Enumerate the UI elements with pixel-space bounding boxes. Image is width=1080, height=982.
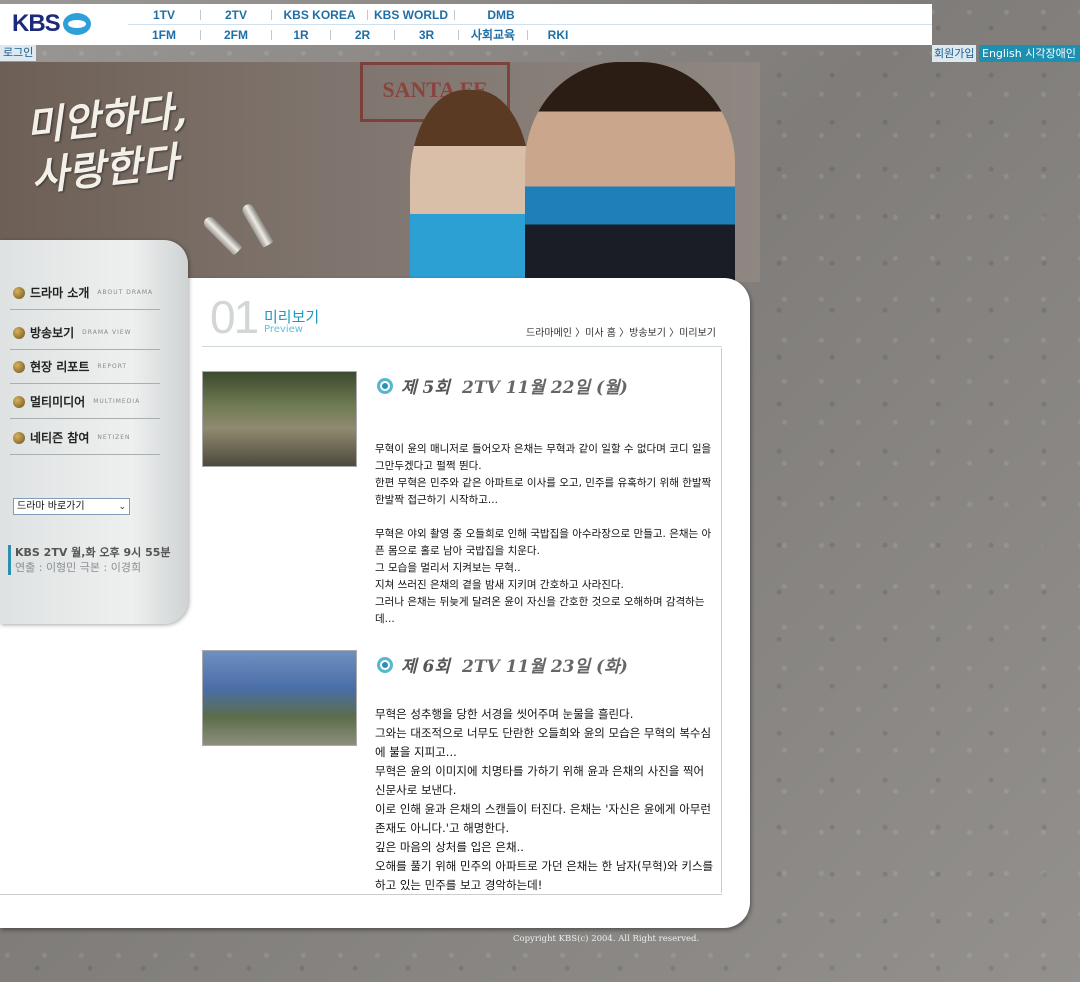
header-divider [202,346,722,347]
episode-thumbnail[interactable] [202,371,357,467]
broadcast-credits: 연출 : 이형민 극본 : 이경희 [15,561,142,574]
content-right-border [721,348,722,893]
sidebar-item-label: 현장 리포트 [30,360,90,374]
nav-2r[interactable]: 2R [331,28,394,42]
episode-number: 제 5회 [401,378,451,398]
bullet-dot-icon [13,326,25,339]
kbs-logo[interactable]: KBS [12,10,91,38]
channel-nav-bottom: 1FM 2FM 1R 2R 3R 사회교육 RKI [128,25,932,44]
sidebar-item-label: 방송보기 [30,326,75,340]
sidebar-item-drama-view[interactable]: 방송보기 DRAMA VIEW [10,316,160,350]
nav-rki[interactable]: RKI [528,28,588,42]
episode-synopsis: 무혁은 성추행을 당한 서경을 씻어주며 눈물을 흘린다. 그와는 대조적으로 … [375,705,717,895]
sidebar-item-sublabel: ABOUT DRAMA [97,289,154,296]
signup-link[interactable]: 회원가입 [932,45,977,62]
nav-dmb[interactable]: DMB [455,8,547,22]
channel-nav-top: 1TV 2TV KBS KOREA KBS WORLD DMB [128,6,932,25]
nav-kbs-korea[interactable]: KBS KOREA [272,8,367,22]
nav-1r[interactable]: 1R [272,28,330,42]
sidebar-item-sublabel: DRAMA VIEW [82,329,132,336]
sidebar: 드라마 소개 ABOUT DRAMA 방송보기 DRAMA VIEW 현장 리포… [0,240,188,624]
sidebar-item-label: 드라마 소개 [30,286,90,300]
synopsis-paragraph: 깊은 마음의 상처를 입은 은채.. [375,840,524,854]
synopsis-paragraph: 무혁은 야외 촬영 중 오들희로 인해 국밥집을 아수라장으로 만들고. 은채는… [375,528,712,557]
synopsis-paragraph: 그러나 은채는 뒤늦게 달려온 윤이 자신을 간호한 것으로 오해하며 감격하는… [375,596,705,625]
english-accessibility-link[interactable]: English 시각장애인 [979,45,1080,62]
episode-airdate: 2TV 11월 22일 (월) [462,378,628,398]
chevron-down-icon: ⌄ [118,502,126,512]
nav-2fm[interactable]: 2FM [201,28,271,42]
synopsis-paragraph: 무혁은 성추행을 당한 서경을 씻어주며 눈물을 흘린다. [375,707,634,721]
sidebar-item-about-drama[interactable]: 드라마 소개 ABOUT DRAMA [10,276,160,310]
bullet-dot-icon [13,360,25,373]
synopsis-paragraph: 그와는 대조적으로 너무도 단란한 오들희와 윤의 모습은 무혁의 복수심에 불… [375,726,712,759]
episode-thumbnail[interactable] [202,650,357,746]
bullet-dot-icon [13,286,25,299]
nav-kbs-world[interactable]: KBS WORLD [368,8,454,22]
actress-photo [410,90,530,282]
top-navigation-bar: KBS 1TV 2TV KBS KOREA KBS WORLD DMB 1FM … [0,4,932,45]
nav-1fm[interactable]: 1FM [128,28,200,42]
sidebar-item-sublabel: MULTIMEDIA [93,398,141,405]
bullet-dot-icon [13,431,25,444]
synopsis-paragraph: 무혁이 윤의 매니저로 들어오자 은채는 무혁과 같이 일할 수 없다며 코디 … [375,443,712,472]
nav-social-education[interactable]: 사회교육 [459,26,527,43]
breadcrumb[interactable]: 드라마메인 〉미사 홈 〉방송보기 〉미리보기 [526,324,716,339]
kbs-eye-icon [62,13,91,35]
bullet-dot-icon [13,395,25,408]
episode-synopsis: 무혁이 윤의 매니저로 들어오자 은채는 무혁과 같이 일할 수 없다며 코디 … [375,441,717,628]
synopsis-paragraph: 이로 인해 윤과 은채의 스캔들이 터진다. 은채는 '자신은 윤에게 아무런 … [375,802,711,835]
sidebar-item-label: 멀티미디어 [30,395,86,409]
sidebar-item-label: 네티즌 참여 [30,431,90,445]
broadcast-info: KBS 2TV 월,화 오후 9시 55분 연출 : 이형민 극본 : 이경희 [8,545,171,575]
quick-select-value: 드라마 바로가기 [17,501,85,512]
drama-quick-select[interactable]: 드라마 바로가기 ⌄ [13,498,130,515]
synopsis-paragraph: 오해를 풀기 위해 민주의 아파트로 가던 은채는 한 남자(무혁)와 키스를 … [375,859,714,892]
episode-number: 제 6회 [401,657,451,677]
sidebar-item-report[interactable]: 현장 리포트 REPORT [10,350,160,384]
sidebar-item-multimedia[interactable]: 멀티미디어 MULTIMEDIA [10,385,160,419]
copyright-notice: Copyright KBS(c) 2004. All Right reserve… [513,934,700,944]
target-bullet-icon [377,656,393,673]
nav-3r[interactable]: 3R [395,28,458,42]
section-number: 01 [210,291,259,343]
nav-1tv[interactable]: 1TV [128,8,200,22]
synopsis-paragraph: 그 모습을 멀리서 지켜보는 무혁.. [375,562,521,574]
target-bullet-icon [377,377,393,394]
synopsis-paragraph: 무혁은 윤의 이미지에 치명타를 가하기 위해 윤과 은채의 사진을 찍어 신문… [375,764,705,797]
synopsis-paragraph: 지쳐 쓰러진 은채의 곁을 밤새 지키며 간호하고 사라진다. [375,579,624,591]
sidebar-item-sublabel: NETIZEN [97,434,131,441]
sidebar-item-netizen[interactable]: 네티즌 참여 NETIZEN [10,421,160,455]
episode-heading: 제 6회 2TV 11월 23일 (화) [377,652,628,677]
episode-heading: 제 5회 2TV 11월 22일 (월) [377,373,628,398]
page-title-english: Preview [264,324,303,335]
nav-2tv[interactable]: 2TV [201,8,271,22]
login-link[interactable]: 로그인 [0,45,37,61]
actor-photo [525,62,735,282]
synopsis-paragraph: 한편 무혁은 민주와 같은 아파트로 이사를 오고, 민주를 유혹하기 위해 한… [375,477,712,506]
broadcast-schedule: KBS 2TV 월,화 오후 9시 55분 [15,546,171,559]
sidebar-item-sublabel: REPORT [97,363,128,370]
episode-airdate: 2TV 11월 23일 (화) [462,657,628,677]
